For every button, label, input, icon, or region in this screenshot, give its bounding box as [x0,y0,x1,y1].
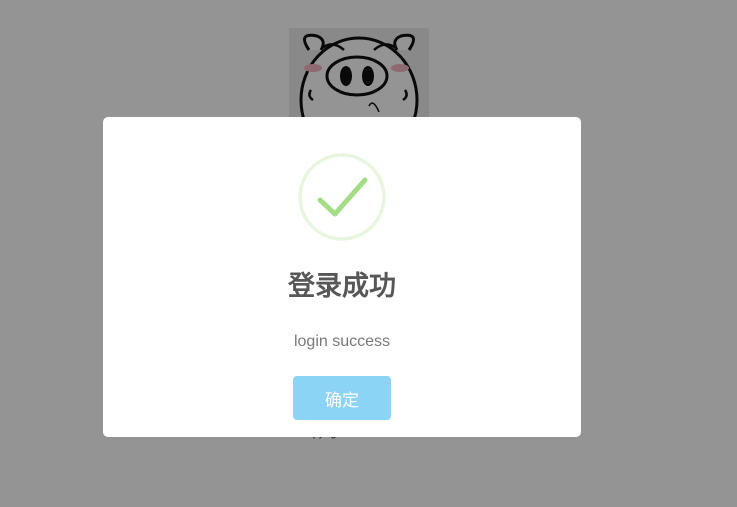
success-dialog: 登录成功 login success 确定 [103,117,581,437]
dialog-title: 登录成功 [288,271,396,301]
login-page: Copyright hiiiu. © 2017-2018 登录成功 login … [0,0,737,507]
success-check-icon [298,153,386,241]
dialog-message: login success [293,333,391,350]
confirm-button[interactable]: 确定 [293,376,391,420]
